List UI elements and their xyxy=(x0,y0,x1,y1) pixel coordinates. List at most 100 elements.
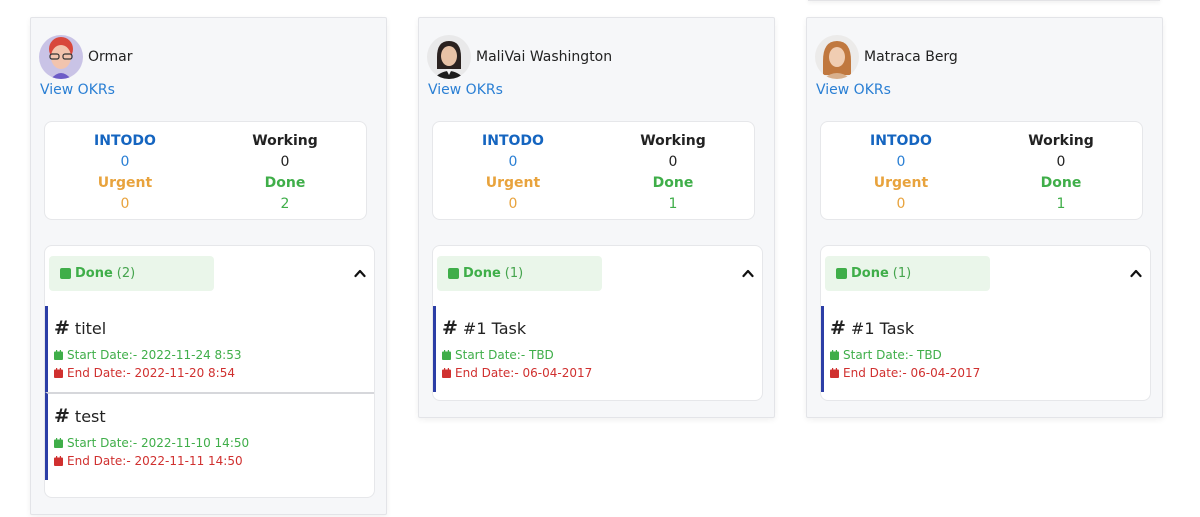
start-date-text: Start Date:- TBD xyxy=(455,348,554,362)
status-summary: INTODO 0 Working 0 Urgent 0 Done 1 xyxy=(820,121,1143,220)
stat-intodo[interactable]: INTODO 0 xyxy=(821,131,981,173)
square-icon xyxy=(836,268,847,279)
stat-urgent[interactable]: Urgent 0 xyxy=(45,173,205,215)
stat-label: Done xyxy=(264,175,306,191)
square-icon xyxy=(60,268,71,279)
stat-value: 0 xyxy=(508,196,518,212)
stat-value: 0 xyxy=(280,154,290,170)
calendar-icon xyxy=(54,438,63,448)
stat-working[interactable]: Working 0 xyxy=(205,131,365,173)
done-group-count: (2) xyxy=(116,266,136,281)
task-end-date: End Date:- 2022-11-20 8:54 xyxy=(54,366,235,380)
task-start-date: Start Date:- TBD xyxy=(830,348,942,362)
user-column: MaliVai Washington View OKRs INTODO 0 Wo… xyxy=(418,17,775,418)
stat-label: INTODO xyxy=(870,133,932,149)
task-title: # titel xyxy=(54,317,106,339)
user-header: MaliVai Washington xyxy=(427,35,612,79)
done-group-count: (1) xyxy=(892,266,912,281)
task-card[interactable]: # titel Start Date:- 2022-11-24 8:53 End… xyxy=(45,306,374,392)
square-icon xyxy=(448,268,459,279)
end-date-text: End Date:- 2022-11-20 8:54 xyxy=(67,366,235,380)
avatar[interactable] xyxy=(815,35,859,79)
done-group-badge[interactable]: Done (2) xyxy=(49,256,214,291)
done-group-label: Done xyxy=(75,266,113,281)
task-card[interactable]: # test Start Date:- 2022-11-10 14:50 End… xyxy=(45,392,374,480)
stat-value: 0 xyxy=(896,154,906,170)
task-title-text: titel xyxy=(74,318,107,338)
task-card[interactable]: # #1 Task Start Date:- TBD End Date:- 06… xyxy=(433,306,762,392)
calendar-icon xyxy=(54,350,63,360)
end-date-text: End Date:- 06-04-2017 xyxy=(843,366,981,380)
chevron-up-icon[interactable] xyxy=(354,268,366,278)
done-group-badge[interactable]: Done (1) xyxy=(437,256,602,291)
stat-done[interactable]: Done 2 xyxy=(205,173,365,215)
view-okrs-link[interactable]: View OKRs xyxy=(428,82,503,98)
view-okrs-link[interactable]: View OKRs xyxy=(40,82,115,98)
stat-done[interactable]: Done 1 xyxy=(981,173,1141,215)
stat-intodo[interactable]: INTODO 0 xyxy=(433,131,593,173)
calendar-icon xyxy=(442,368,451,378)
done-group-badge[interactable]: Done (1) xyxy=(825,256,990,291)
stat-label: Done xyxy=(652,175,694,191)
calendar-icon xyxy=(54,368,63,378)
stat-label: INTODO xyxy=(482,133,544,149)
start-date-text: Start Date:- TBD xyxy=(843,348,942,362)
avatar[interactable] xyxy=(427,35,471,79)
user-column: Ormar View OKRs INTODO 0 Working 0 Urgen… xyxy=(30,17,387,515)
start-date-text: Start Date:- 2022-11-10 14:50 xyxy=(67,436,250,450)
task-start-date: Start Date:- 2022-11-24 8:53 xyxy=(54,348,242,362)
stat-value: 0 xyxy=(120,154,130,170)
stat-value: 1 xyxy=(668,196,678,212)
stat-working[interactable]: Working 0 xyxy=(981,131,1141,173)
hash-icon: # xyxy=(830,317,846,339)
task-title-text: #1 Task xyxy=(462,318,527,338)
stat-value: 0 xyxy=(896,196,906,212)
task-end-date: End Date:- 06-04-2017 xyxy=(830,366,980,380)
task-group: Done (1) # #1 Task Start Date:- TBD End … xyxy=(432,245,763,401)
task-title: # #1 Task xyxy=(830,317,914,339)
chevron-up-icon[interactable] xyxy=(1130,268,1142,278)
start-date-text: Start Date:- 2022-11-24 8:53 xyxy=(67,348,242,362)
stat-value: 0 xyxy=(1056,154,1066,170)
avatar-woman-icon xyxy=(815,35,859,79)
task-group-header[interactable]: Done (1) xyxy=(433,246,762,306)
stat-label: Urgent xyxy=(97,175,153,191)
stat-urgent[interactable]: Urgent 0 xyxy=(433,173,593,215)
status-summary: INTODO 0 Working 0 Urgent 0 Done 2 xyxy=(44,121,367,220)
done-group-label: Done xyxy=(851,266,889,281)
stat-label: INTODO xyxy=(94,133,156,149)
calendar-icon xyxy=(830,368,839,378)
hash-icon: # xyxy=(54,405,70,427)
calendar-icon xyxy=(830,350,839,360)
stat-value: 1 xyxy=(1056,196,1066,212)
stat-intodo[interactable]: INTODO 0 xyxy=(45,131,205,173)
task-start-date: Start Date:- 2022-11-10 14:50 xyxy=(54,436,249,450)
task-group-header[interactable]: Done (1) xyxy=(821,246,1150,306)
calendar-icon xyxy=(54,456,63,466)
user-name: Matraca Berg xyxy=(864,49,958,65)
task-group: Done (2) # titel Start Date:- 2022-11-24… xyxy=(44,245,375,498)
task-end-date: End Date:- 06-04-2017 xyxy=(442,366,592,380)
done-group-label: Done xyxy=(463,266,501,281)
task-title: # test xyxy=(54,405,106,427)
stat-label: Urgent xyxy=(485,175,541,191)
avatar[interactable] xyxy=(39,35,83,79)
stat-label: Urgent xyxy=(873,175,929,191)
task-group-header[interactable]: Done (2) xyxy=(45,246,374,306)
done-group-count: (1) xyxy=(504,266,524,281)
avatar-man-icon xyxy=(39,35,83,79)
hash-icon: # xyxy=(442,317,458,339)
user-column: Matraca Berg View OKRs INTODO 0 Working … xyxy=(806,17,1163,418)
stat-label: Working xyxy=(1028,133,1094,149)
stat-label: Working xyxy=(252,133,318,149)
stat-working[interactable]: Working 0 xyxy=(593,131,753,173)
stat-value: 0 xyxy=(668,154,678,170)
view-okrs-link[interactable]: View OKRs xyxy=(816,82,891,98)
task-card[interactable]: # #1 Task Start Date:- TBD End Date:- 06… xyxy=(821,306,1150,392)
stat-urgent[interactable]: Urgent 0 xyxy=(821,173,981,215)
hash-icon: # xyxy=(54,317,70,339)
calendar-icon xyxy=(442,350,451,360)
stat-done[interactable]: Done 1 xyxy=(593,173,753,215)
stat-label: Done xyxy=(1040,175,1082,191)
chevron-up-icon[interactable] xyxy=(742,268,754,278)
